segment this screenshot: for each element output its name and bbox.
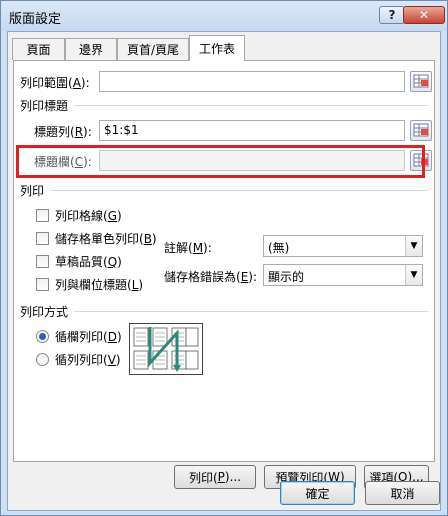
window-title: 版面設定 [9,12,62,27]
checkbox-box[interactable] [36,209,49,222]
tab-header-footer[interactable]: 頁首/頁尾 [117,38,189,60]
title-rows-label: 標題列(R): [34,125,92,139]
gridlines-label: 列印格線(G) [55,209,122,223]
radio-selected-dot [39,333,46,340]
title-bar: 版面設定 ? ✕ [1,1,447,31]
print-area-collapse-button[interactable] [410,71,432,92]
tab-sheet[interactable]: 工作表 [189,35,245,61]
sheet-tab-panel: 列印範圍(A): 列印標題 標題列(R): $1:$1 標題欄(C): 列印 列… [13,60,435,489]
checkbox-box[interactable] [36,278,49,291]
page-setup-dialog: 版面設定 ? ✕ 頁面 邊界 頁首/頁尾 工作表 列印範圍(A): 列印標題 標… [0,0,448,516]
chevron-down-icon[interactable]: ▼ [405,265,422,285]
row-col-headings-label: 列與欄位標題(L) [55,278,144,292]
black-and-white-label: 儲存格單色列印(B) [55,232,157,246]
cancel-button[interactable]: 取消 [365,481,440,505]
ok-button[interactable]: 確定 [280,481,355,505]
print-titles-heading: 列印標題 [20,99,69,113]
gridlines-checkbox[interactable]: 列印格線(G) [36,207,122,224]
draft-quality-label: 草稿品質(Q) [55,255,122,269]
print-button[interactable]: 列印(P)... [174,465,256,489]
print-section: 列印 [20,182,428,199]
comments-label: 註解(M): [164,241,212,255]
down-then-over-radio[interactable]: 循欄列印(D) [36,328,122,345]
over-then-down-radio[interactable]: 循列列印(V) [36,351,121,368]
over-then-down-label: 循列列印(V) [55,353,121,367]
title-rows-input[interactable]: $1:$1 [99,120,405,141]
divider [50,190,428,191]
draft-quality-checkbox[interactable]: 草稿品質(Q) [36,253,122,270]
checkbox-box[interactable] [36,255,49,268]
print-titles-section: 列印標題 [20,97,428,114]
radio-button[interactable] [36,353,49,366]
print-area-input[interactable] [99,71,405,92]
print-heading: 列印 [20,184,45,198]
title-rows-highlight [16,145,425,178]
tab-page[interactable]: 頁面 [12,38,65,60]
cell-errors-dropdown[interactable]: 顯示的 ▼ [263,264,423,286]
title-rows-collapse-button[interactable] [410,120,432,141]
chevron-down-icon[interactable]: ▼ [405,236,422,256]
checkbox-box[interactable] [36,232,49,245]
radio-button[interactable] [36,330,49,343]
comments-dropdown[interactable]: (無) ▼ [263,235,423,257]
divider [74,311,428,312]
down-then-over-label: 循欄列印(D) [55,330,122,344]
page-order-section: 列印方式 [20,303,428,320]
black-and-white-checkbox[interactable]: 儲存格單色列印(B) [36,230,157,247]
close-button[interactable]: ✕ [403,6,445,24]
dialog-body: 頁面 邊界 頁首/頁尾 工作表 列印範圍(A): 列印標題 標題列(R): $1… [7,31,441,511]
cell-errors-value: 顯示的 [268,270,305,284]
range-select-icon [413,74,429,88]
help-button[interactable]: ? [379,6,405,24]
divider [74,105,428,106]
comments-value: (無) [268,241,290,255]
print-area-label: 列印範圍(A): [20,76,90,90]
tab-margins[interactable]: 邊界 [65,38,117,60]
range-select-icon [413,123,429,137]
row-col-headings-checkbox[interactable]: 列與欄位標題(L) [36,276,143,293]
page-order-preview-icon [129,323,203,375]
page-order-heading: 列印方式 [20,305,69,319]
cell-errors-label: 儲存格錯誤為(E): [164,270,258,284]
